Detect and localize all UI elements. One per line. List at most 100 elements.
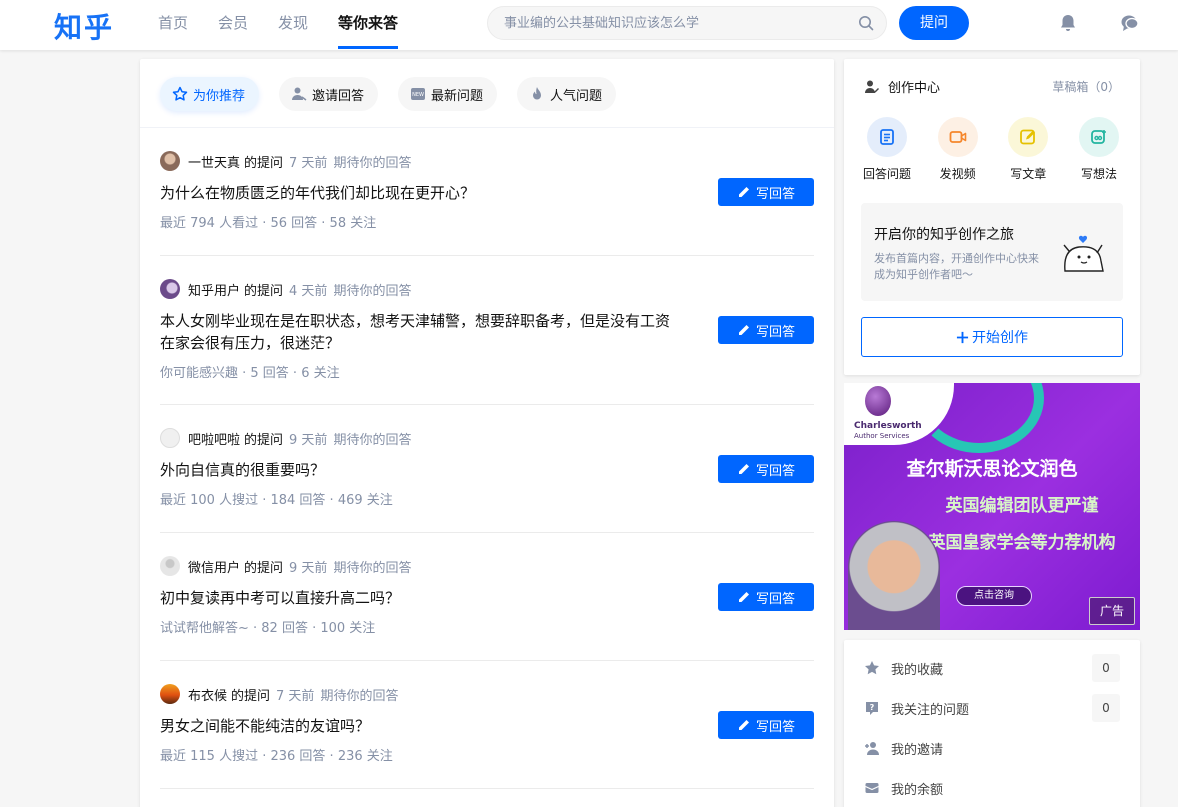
start-creating-button[interactable]: 开始创作 [861,317,1123,357]
author-name[interactable]: 布衣候 [188,685,227,704]
question-title[interactable]: 初中复读再中考可以直接升高二吗？ [160,587,680,609]
tab-invited[interactable]: 邀请回答 [279,77,379,111]
button-label: 写回答 [755,324,795,340]
brand-name: Charlesworth [854,421,922,431]
author-name[interactable]: 知乎用户 [188,280,240,299]
question-title[interactable]: 本人女刚毕业现在是在职状态，想考天津辅警，想要辞职备考，但是没有工资在家会很有压… [160,310,680,354]
write-answer-button[interactable]: 写回答 [718,178,814,206]
question-header: 知乎用户 的提问 4 天前 期待你的回答 [160,279,814,299]
asked-label: 的提问 [244,155,284,171]
search-input[interactable] [504,7,844,39]
tab-label: 最新问题 [431,88,484,104]
star-icon [172,86,188,101]
question-stats: 最近 794 人看过 · 56 回答 · 58 关注 [160,216,377,231]
svg-text:NEW: NEW [412,92,424,98]
write-answer-button[interactable]: 写回答 [718,316,814,344]
hint-label: 期待你的回答 [333,155,412,171]
add-user-icon [865,742,879,755]
my-label: 我的邀请 [891,742,944,758]
hint-label: 期待你的回答 [333,432,412,448]
author-name[interactable]: 一世天真 [188,152,240,171]
tab-label: 人气问题 [550,88,603,104]
button-label: 写回答 [755,591,795,607]
tab-label: 邀请回答 [312,88,365,104]
write-thought-action[interactable]: 写想法 [1070,117,1128,182]
ad-headline: 查尔斯沃思论文润色 [906,458,1078,480]
my-links-card: 我的收藏 0 ? 我关注的问题 0 我的邀请 我的余额 [844,640,1140,807]
author-name[interactable]: 吧啦吧啦 [188,429,240,448]
plus-icon [956,331,969,343]
my-balance-link[interactable]: 我的余额 [864,773,1120,803]
question-header: 布衣候 的提问 7 天前 期待你的回答 [160,684,814,704]
write-answer-button[interactable]: 写回答 [718,711,814,739]
pencil-icon [738,324,749,335]
brand-subtitle: Author Services [854,432,910,440]
write-answer-button[interactable]: 写回答 [718,583,814,611]
avatar[interactable] [160,684,180,704]
question-title[interactable]: 外向自信真的很重要吗？ [160,459,680,481]
avatar[interactable] [160,151,180,171]
button-label: 开始创作 [972,330,1028,346]
write-article-action[interactable]: 写文章 [999,117,1057,182]
question-icon: ? [866,702,878,715]
write-answer-button[interactable]: 写回答 [718,455,814,483]
my-followed-questions-link[interactable]: ? 我关注的问题 0 [864,693,1120,723]
nav-home[interactable]: 首页 [158,0,188,50]
time-label: 7 天前 [289,155,328,171]
question-item: 布衣候 的提问 7 天前 期待你的回答 男女之间能不能纯洁的友谊吗？ 最近 11… [160,684,814,789]
button-label: 写回答 [755,186,795,202]
drafts-link[interactable]: 草稿箱（0） [1052,78,1120,95]
wallet-icon [865,783,879,793]
question-title[interactable]: 为什么在物质匮乏的年代我们却比现在更开心？ [160,182,680,204]
question-stats: 试试帮他解答~ · 82 回答 · 100 关注 [160,621,376,636]
my-label: 我的余额 [891,782,944,798]
advertisement-banner[interactable]: Charlesworth Author Services 查尔斯沃思论文润色 英国… [844,383,1140,630]
my-favorites-link[interactable]: 我的收藏 0 [864,653,1120,683]
my-invitations-link[interactable]: 我的邀请 [864,733,1120,763]
question-header: 微信用户 的提问 9 天前 期待你的回答 [160,556,814,576]
question-header: 一世天真 的提问 7 天前 期待你的回答 [160,151,814,171]
ad-brand: Charlesworth Author Services [854,421,922,441]
feed-tabs: 为你推荐 邀请回答 NEW 最新问题 人气问题 [140,59,834,128]
creator-center-card: 创作中心 草稿箱（0） 回答问题 发视频 写文章 写想法 开启你的知乎创作之旅 … [844,59,1140,375]
main-nav: 首页 会员 发现 等你来答 [158,0,428,50]
favorites-count: 0 [1092,654,1120,682]
creator-journey-banner: 开启你的知乎创作之旅 发布首篇内容，开通创作中心快来成为知乎创作者吧～ [861,203,1123,301]
search-box [487,6,887,40]
svg-text:?: ? [870,703,875,712]
question-item: 微信用户 的提问 9 天前 期待你的回答 初中复读再中考可以直接升高二吗？ 试试… [160,556,814,661]
ad-label: 广告 [1089,597,1135,625]
nav-membership[interactable]: 会员 [218,0,248,50]
edit-icon [1008,117,1049,157]
journey-description: 发布首篇内容，开通创作中心快来成为知乎创作者吧～ [874,252,1039,281]
answer-question-action[interactable]: 回答问题 [858,117,916,182]
ask-question-button[interactable]: 提问 [899,6,969,40]
pencil-icon [738,186,749,197]
question-title[interactable]: 男女之间能不能纯洁的友谊吗？ [160,715,680,737]
bell-icon[interactable] [1058,13,1078,33]
chat-bubble-icon[interactable] [1120,13,1140,33]
hint-label: 期待你的回答 [320,688,399,704]
creator-actions: 回答问题 发视频 写文章 写想法 [858,117,1128,182]
tab-newest[interactable]: NEW 最新问题 [398,77,498,111]
post-video-action[interactable]: 发视频 [929,117,987,182]
asked-label: 的提问 [244,432,284,448]
avatar[interactable] [160,428,180,448]
avatar[interactable] [160,279,180,299]
tab-recommended[interactable]: 为你推荐 [160,77,260,111]
time-label: 7 天前 [276,688,315,704]
nav-discover[interactable]: 发现 [278,0,308,50]
time-label: 9 天前 [289,560,328,576]
hint-label: 期待你的回答 [333,283,412,299]
ad-line-3: 英国皇家学会等力荐机构 [928,533,1116,553]
action-label: 写想法 [1080,167,1117,181]
tab-label: 为你推荐 [193,88,246,104]
author-name[interactable]: 微信用户 [188,557,240,576]
tab-popular[interactable]: 人气问题 [517,77,617,111]
avatar[interactable] [160,556,180,576]
nav-waiting-for-answers[interactable]: 等你来答 [338,0,399,50]
ad-consult-button[interactable]: 点击咨询 [956,586,1032,606]
search-icon[interactable] [858,15,874,31]
zhihu-logo[interactable]: 知乎 [54,6,114,46]
action-label: 写文章 [1010,167,1047,181]
